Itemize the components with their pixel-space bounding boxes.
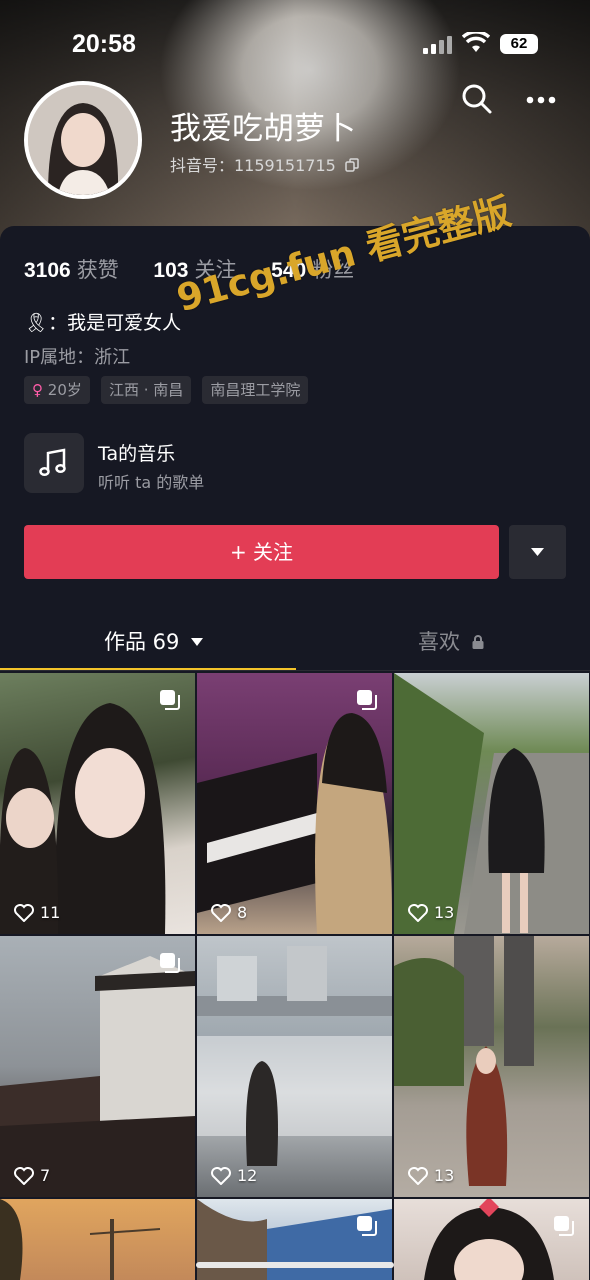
caret-down-icon: [191, 638, 204, 646]
video-likes: 7: [14, 1166, 50, 1185]
heart-icon: [211, 903, 231, 922]
video-thumbnail[interactable]: [394, 1199, 589, 1280]
multi-image-icon: [357, 1216, 377, 1236]
video-thumbnail[interactable]: [0, 1199, 195, 1280]
thumbnail-image: [197, 946, 392, 1166]
video-likes-count: 13: [434, 1166, 455, 1185]
tag-location: 江西 · 南昌: [100, 376, 192, 404]
avatar[interactable]: [24, 81, 142, 199]
follow-button[interactable]: + 关注: [24, 525, 499, 579]
multi-image-icon: [357, 690, 377, 710]
video-likes-count: 7: [40, 1166, 51, 1185]
content-tabs: 作品 69 喜欢: [0, 614, 590, 671]
thumbnail-image: [394, 673, 589, 934]
tab-divider: [0, 670, 590, 671]
triangle-down-icon: [531, 548, 544, 556]
thumbnail-image: [197, 713, 392, 934]
video-likes: 8: [211, 903, 247, 922]
tag-school[interactable]: 南昌理工学院: [202, 376, 309, 404]
music-title: Ta的音乐: [98, 443, 176, 465]
video-thumbnail[interactable]: 13: [394, 673, 589, 934]
music-subtitle: 听听 ta 的歌单: [98, 473, 205, 492]
music-note-icon: [39, 448, 66, 477]
tab-likes-label: 喜欢: [418, 630, 460, 654]
heart-icon: [14, 903, 34, 922]
tab-likes[interactable]: 喜欢: [418, 626, 485, 656]
video-thumbnail[interactable]: 12: [197, 936, 392, 1197]
female-icon: ♀: [32, 381, 43, 399]
thumbnail-image: [424, 1199, 554, 1280]
status-time: 20:58: [72, 30, 136, 58]
thumbnail-image: [0, 1199, 161, 1280]
video-thumbnail[interactable]: 11: [0, 673, 195, 934]
recommend-dropdown-button[interactable]: [509, 525, 566, 579]
tag-age: ♀ 20岁: [24, 376, 90, 404]
video-likes-count: 11: [40, 903, 61, 922]
profile-bio: 🎗：我是可爱女人: [24, 312, 182, 334]
lock-icon: [472, 635, 484, 649]
heart-icon: [408, 903, 428, 922]
video-likes: 11: [14, 903, 60, 922]
stat-likes[interactable]: 3106 获赞: [24, 254, 119, 284]
more-options-icon[interactable]: [526, 96, 556, 104]
douyin-id-text: 抖音号：1159151715: [170, 156, 336, 175]
heart-icon: [211, 1166, 231, 1185]
stat-likes-value: 3106: [24, 259, 71, 282]
home-indicator[interactable]: [196, 1262, 394, 1268]
multi-image-icon: [160, 953, 180, 973]
profile-name: 我爱吃胡萝卜: [170, 111, 356, 147]
video-likes-count: 13: [434, 903, 455, 922]
video-thumbnail[interactable]: 7: [0, 936, 195, 1197]
video-likes: 13: [408, 1166, 454, 1185]
tab-works[interactable]: 作品 69: [104, 626, 204, 656]
video-likes: 13: [408, 903, 454, 922]
music-entry[interactable]: Ta的音乐 听听 ta 的歌单: [24, 433, 564, 497]
video-likes-count: 12: [237, 1166, 258, 1185]
profile-tags: ♀ 20岁 江西 · 南昌 南昌理工学院: [24, 376, 314, 404]
multi-image-icon: [160, 690, 180, 710]
tab-works-label: 作品 69: [104, 630, 180, 654]
multi-image-icon: [554, 1216, 574, 1236]
thumbnail-image: [394, 936, 534, 1186]
video-thumbnail[interactable]: 8: [197, 673, 392, 934]
heart-icon: [408, 1166, 428, 1185]
search-icon[interactable]: [460, 82, 494, 116]
thumbnail-image: [0, 956, 195, 1197]
ip-location: IP属地：浙江: [24, 347, 131, 368]
copy-icon[interactable]: [345, 158, 359, 172]
status-bar: 20:58 62: [0, 24, 590, 64]
douyin-id[interactable]: 抖音号：1159151715: [170, 152, 359, 176]
thumbnail-image: [0, 703, 166, 934]
video-likes-count: 8: [237, 903, 248, 922]
wifi-icon: [462, 32, 490, 52]
signal-icon: [423, 36, 452, 54]
video-thumbnail[interactable]: 13: [394, 936, 589, 1197]
video-likes: 12: [211, 1166, 257, 1185]
music-icon-box: [24, 433, 84, 493]
stat-likes-label: 获赞: [76, 258, 119, 282]
tag-age-label: 20岁: [47, 381, 82, 399]
battery-indicator: 62: [500, 34, 538, 54]
heart-icon: [14, 1166, 34, 1185]
avatar-image: [28, 85, 138, 195]
